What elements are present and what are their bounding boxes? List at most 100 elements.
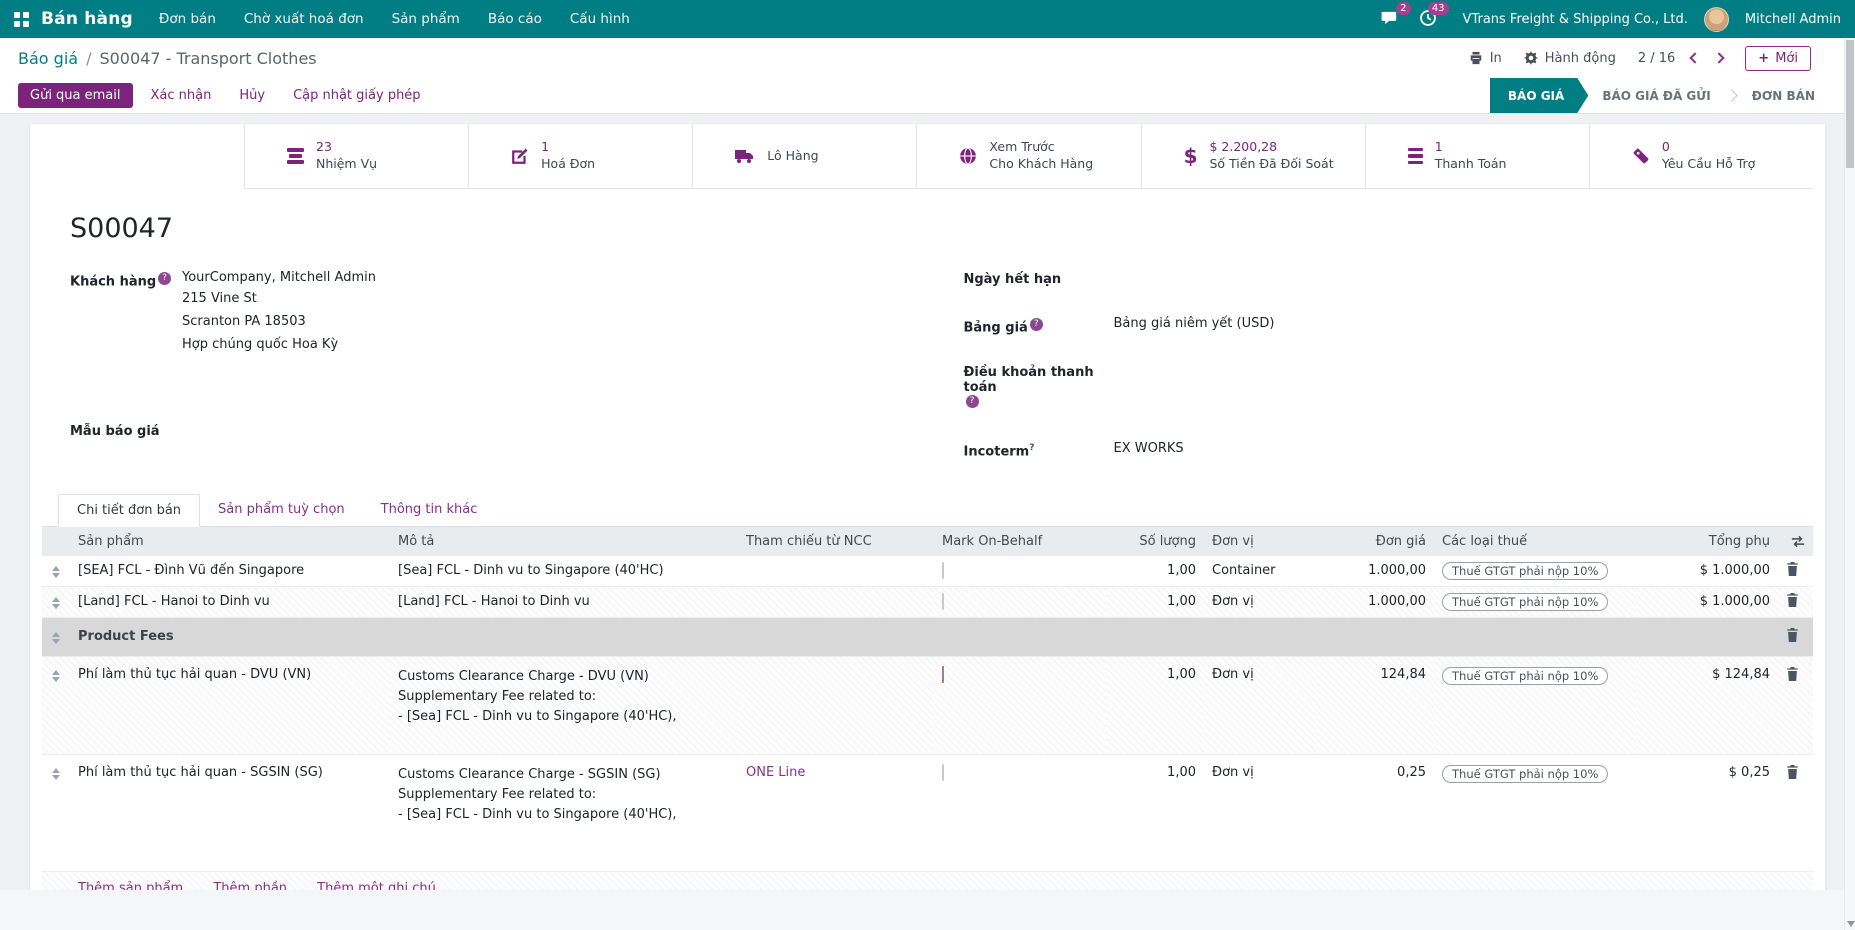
uom-cell[interactable]: Đơn vị	[1204, 656, 1316, 754]
description-cell[interactable]: [Land] FCL - Hanoi to Dinh vu	[390, 586, 738, 617]
company-switcher[interactable]: VTrans Freight & Shipping Co., Ltd.	[1463, 12, 1688, 27]
app-name[interactable]: Bán hàng	[41, 9, 133, 29]
delete-row-icon[interactable]	[1786, 667, 1799, 681]
product-cell[interactable]: Phí làm thủ tục hải quan - DVU (VN)	[70, 656, 390, 754]
on-behalf-checkbox[interactable]	[942, 562, 944, 579]
stat-payments-button[interactable]: 1Thanh Toán	[1365, 124, 1589, 188]
menu-orders[interactable]: Đơn bán	[159, 11, 216, 27]
tab-order-lines[interactable]: Chi tiết đơn bán	[58, 494, 200, 527]
messages-badge: 2	[1396, 2, 1410, 15]
send-by-email-button[interactable]: Gửi qua email	[18, 83, 133, 108]
step-quotation-sent[interactable]: BÁO GIÁ ĐÃ GỬI	[1588, 78, 1724, 113]
update-license-button[interactable]: Cập nhật giấy phép	[283, 83, 431, 108]
tax-tag[interactable]: Thuế GTGT phải nộp 10%	[1442, 562, 1608, 580]
drag-handle-icon[interactable]	[50, 629, 62, 644]
unit-price-cell[interactable]: 1.000,00	[1316, 556, 1434, 587]
stat-button-box: 23Nhiệm Vụ 1Hoá Đơn Lô Hàng Xem TrướcCho…	[244, 124, 1813, 189]
activities-button[interactable]: 43	[1419, 9, 1441, 29]
col-description: Mô tả	[390, 527, 738, 556]
delete-row-icon[interactable]	[1786, 593, 1799, 607]
stat-reconciled-amount-button[interactable]: $ $ 2.200,28Số Tiền Đã Đối Soát	[1141, 124, 1365, 188]
description-cell[interactable]: Customs Clearance Charge - DVU (VN) Supp…	[390, 656, 738, 754]
unit-price-cell[interactable]: 124,84	[1316, 656, 1434, 754]
pager-previous-icon[interactable]	[1690, 52, 1701, 63]
on-behalf-checkbox[interactable]	[942, 764, 944, 781]
menu-reporting[interactable]: Báo cáo	[488, 11, 542, 27]
uom-cell[interactable]: Container	[1204, 556, 1316, 587]
gear-icon	[1524, 51, 1538, 65]
product-cell[interactable]: [SEA] FCL - Đình Vũ đến Singapore	[70, 556, 390, 587]
incoterm-label: Incoterm?	[964, 441, 1114, 459]
description-cell[interactable]: Customs Clearance Charge - SGSIN (SG) Su…	[390, 754, 738, 872]
add-section-link[interactable]: Thêm phần	[213, 881, 287, 890]
print-button[interactable]: In	[1469, 51, 1502, 66]
delete-row-icon[interactable]	[1786, 765, 1799, 779]
user-avatar[interactable]	[1704, 7, 1729, 32]
drag-handle-icon[interactable]	[50, 667, 62, 682]
cancel-button[interactable]: Hủy	[229, 83, 275, 108]
new-button[interactable]: + Mới	[1745, 46, 1811, 71]
delete-row-icon[interactable]	[1786, 628, 1799, 642]
drag-handle-icon[interactable]	[50, 594, 62, 609]
vertical-scrollbar[interactable]	[1844, 38, 1855, 930]
quantity-cell[interactable]: 1,00	[1106, 586, 1204, 617]
user-menu[interactable]: Mitchell Admin	[1745, 12, 1841, 27]
optional-columns-icon[interactable]	[1791, 535, 1805, 548]
tab-optional-products[interactable]: Sản phẩm tuỳ chọn	[200, 494, 363, 527]
order-line-row: [SEA] FCL - Đình Vũ đến Singapore [Sea] …	[42, 556, 1813, 587]
pricelist-field[interactable]: Bảng giá niêm yết (USD)	[1114, 316, 1798, 334]
stat-tasks-button[interactable]: 23Nhiệm Vụ	[244, 124, 468, 188]
vendor-ref-cell[interactable]	[738, 586, 934, 617]
stat-customer-preview-button[interactable]: Xem TrướcCho Khách Hàng	[916, 124, 1140, 188]
stat-shipments-button[interactable]: Lô Hàng	[692, 124, 916, 188]
breadcrumb-separator: /	[86, 49, 91, 68]
drag-handle-icon[interactable]	[50, 563, 62, 578]
confirm-button[interactable]: Xác nhận	[141, 83, 222, 108]
table-header-row: Sản phẩm Mô tả Tham chiếu từ NCC Mark On…	[42, 527, 1813, 556]
add-note-link[interactable]: Thêm một ghi chú	[317, 881, 436, 890]
drag-handle-icon[interactable]	[50, 765, 62, 780]
delete-row-icon[interactable]	[1786, 562, 1799, 576]
add-product-link[interactable]: Thêm sản phẩm	[78, 881, 183, 890]
unit-price-cell[interactable]: 1.000,00	[1316, 586, 1434, 617]
customer-name-field[interactable]: YourCompany, Mitchell Admin	[182, 270, 904, 288]
scrollbar-thumb[interactable]	[1846, 40, 1854, 168]
stat-support-tickets-button[interactable]: 0Yêu Cầu Hỗ Trợ	[1589, 124, 1813, 188]
product-cell[interactable]: [Land] FCL - Hanoi to Dinh vu	[70, 586, 390, 617]
stat-invoices-button[interactable]: 1Hoá Đơn	[468, 124, 692, 188]
quantity-cell[interactable]: 1,00	[1106, 556, 1204, 587]
actions-button[interactable]: Hành động	[1524, 51, 1616, 66]
vendor-ref-cell[interactable]	[738, 656, 934, 754]
incoterm-field[interactable]: EX WORKS	[1114, 441, 1798, 459]
on-behalf-checkbox[interactable]	[942, 593, 944, 610]
menu-configuration[interactable]: Cấu hình	[570, 11, 630, 27]
on-behalf-checkbox[interactable]	[942, 666, 944, 683]
menu-to-invoice[interactable]: Chờ xuất hoá đơn	[244, 11, 364, 27]
description-cell[interactable]: [Sea] FCL - Dinh vu to Singapore (40'HC)	[390, 556, 738, 587]
expiration-date-field[interactable]	[1114, 270, 1798, 288]
tax-tag[interactable]: Thuế GTGT phải nộp 10%	[1442, 593, 1608, 611]
payment-terms-field[interactable]	[1114, 363, 1798, 381]
vendor-ref-link[interactable]: ONE Line	[746, 765, 805, 780]
breadcrumb-quotations-link[interactable]: Báo giá	[18, 49, 78, 68]
apps-grid-icon[interactable]	[14, 12, 29, 27]
quantity-cell[interactable]: 1,00	[1106, 754, 1204, 872]
product-cell[interactable]: Phí làm thủ tục hải quan - SGSIN (SG)	[70, 754, 390, 872]
section-name[interactable]: Product Fees	[70, 617, 1778, 656]
quotation-template-field[interactable]	[182, 422, 904, 440]
uom-cell[interactable]: Đơn vị	[1204, 586, 1316, 617]
step-sales-order[interactable]: ĐƠN BÁN	[1738, 78, 1829, 113]
tax-tag[interactable]: Thuế GTGT phải nộp 10%	[1442, 667, 1608, 685]
uom-cell[interactable]: Đơn vị	[1204, 754, 1316, 872]
tax-tag[interactable]: Thuế GTGT phải nộp 10%	[1442, 765, 1608, 783]
menu-products[interactable]: Sản phẩm	[392, 11, 460, 27]
quantity-cell[interactable]: 1,00	[1106, 656, 1204, 754]
messages-button[interactable]: 2	[1381, 9, 1403, 29]
subtotal-cell: $ 0,25	[1636, 754, 1778, 872]
unit-price-cell[interactable]: 0,25	[1316, 754, 1434, 872]
scrollbar-down-arrow-icon[interactable]	[1847, 921, 1855, 927]
step-quotation[interactable]: BÁO GIÁ	[1490, 78, 1588, 113]
tab-other-info[interactable]: Thông tin khác	[363, 494, 496, 527]
vendor-ref-cell[interactable]	[738, 556, 934, 587]
pager-next-icon[interactable]	[1714, 52, 1725, 63]
